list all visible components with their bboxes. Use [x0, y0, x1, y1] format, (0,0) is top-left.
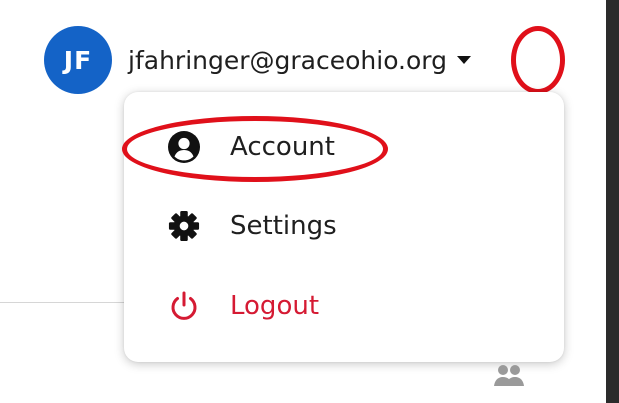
power-icon: [168, 290, 200, 322]
annotation-circle-dropdown: [511, 26, 565, 94]
right-edge-bar: [606, 0, 619, 403]
user-dropdown-menu: Account Settings Logout: [124, 92, 564, 362]
avatar-initials: JF: [63, 45, 93, 75]
user-header: JF jfahringer@graceohio.org: [44, 26, 477, 94]
user-email[interactable]: jfahringer@graceohio.org: [128, 46, 447, 75]
menu-item-account[interactable]: Account: [124, 117, 564, 177]
menu-item-settings[interactable]: Settings: [124, 196, 564, 256]
menu-item-logout[interactable]: Logout: [124, 276, 564, 336]
menu-item-logout-label: Logout: [230, 291, 320, 321]
people-icon: [492, 362, 526, 388]
page: JF jfahringer@graceohio.org Account Sett…: [0, 0, 619, 403]
caret-down-icon: [457, 56, 471, 64]
dropdown-toggle[interactable]: [451, 40, 477, 80]
avatar[interactable]: JF: [44, 26, 112, 94]
gear-icon: [168, 210, 200, 242]
divider-line: [0, 302, 130, 303]
menu-item-settings-label: Settings: [230, 211, 337, 241]
menu-item-account-label: Account: [230, 132, 335, 162]
account-circle-icon: [168, 131, 200, 163]
